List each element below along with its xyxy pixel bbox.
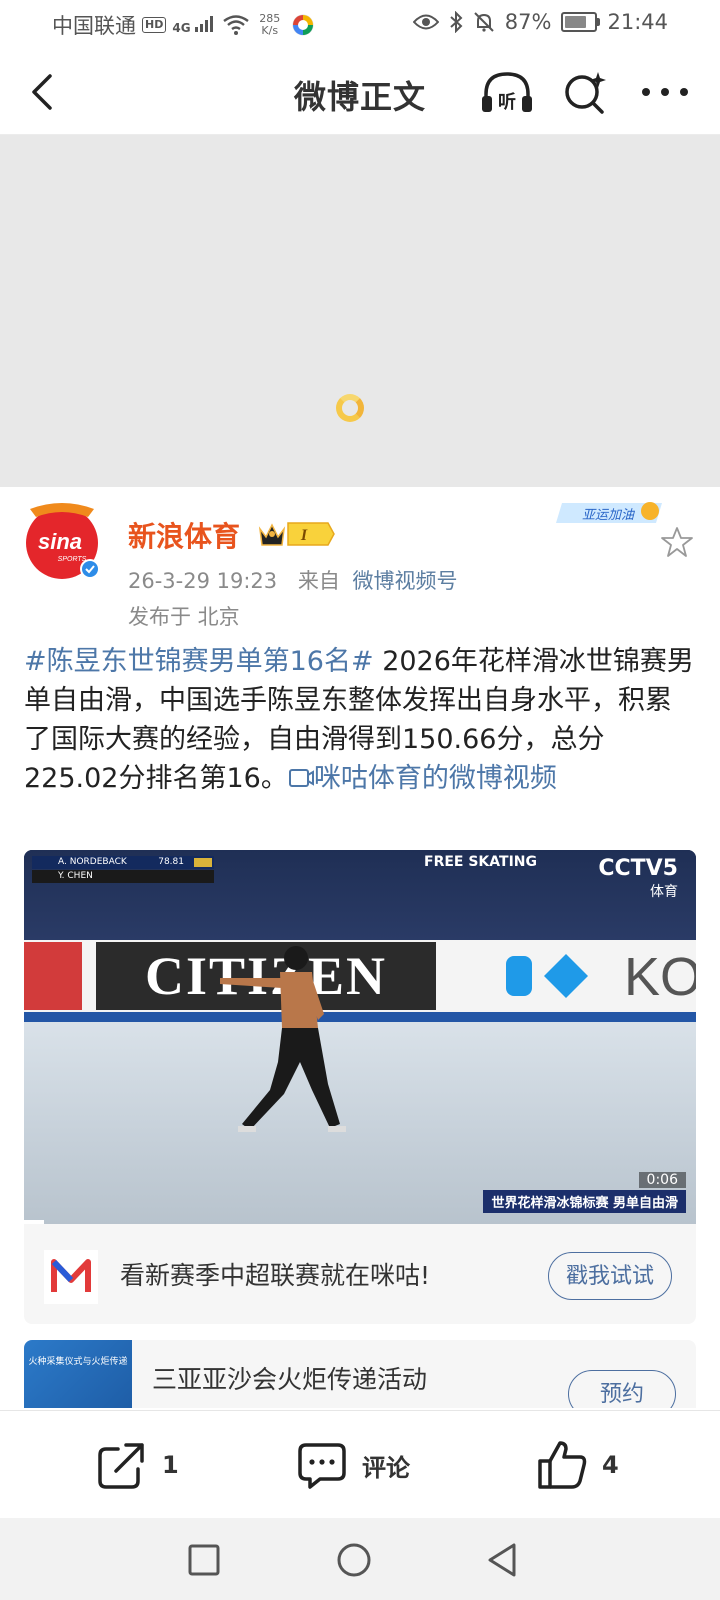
asian-games-badge-icon: 亚运加油 xyxy=(556,502,662,523)
status-bar: 中国联通 HD 4G 285 K/s 87% 21:44 xyxy=(0,0,720,52)
channel-sub: 体育 xyxy=(650,884,678,900)
share-icon xyxy=(98,1443,144,1489)
battery-percent: 87% xyxy=(504,10,552,34)
search-sparkle-icon[interactable] xyxy=(562,70,608,116)
promo-text: 看新赛季中超联赛就在咪咕! xyxy=(120,1261,431,1290)
battery-icon xyxy=(561,12,601,32)
action-bar: 1 评论 4 xyxy=(0,1410,720,1519)
video-channel-logo: CCTV5 体育 xyxy=(598,856,678,901)
mute-bell-icon xyxy=(474,12,494,32)
like-count: 4 xyxy=(602,1451,619,1479)
system-nav-bar xyxy=(0,1518,720,1600)
promo-row[interactable]: 看新赛季中超联赛就在咪咕! 戳我试试 xyxy=(24,1224,696,1324)
battery-fill xyxy=(565,16,586,28)
eye-icon xyxy=(412,14,439,30)
post-body: #陈昱东世锦赛男单第16名# 2026年花样滑冰世锦赛男单自由滑，中国选手陈昱东… xyxy=(24,642,696,798)
share-count: 1 xyxy=(162,1451,179,1479)
username[interactable]: 新浪体育 xyxy=(128,515,240,555)
vip-crown-icon[interactable]: I xyxy=(258,519,336,549)
video-duration: 0:06 xyxy=(638,1172,686,1188)
score-row-1: A. NORDEBACK 78.81 xyxy=(32,856,214,869)
like-button[interactable]: 4 xyxy=(536,1439,619,1491)
video-board-text-2: KO xyxy=(624,947,696,1007)
comment-icon xyxy=(298,1443,346,1489)
vip-level: I xyxy=(300,527,308,544)
listen-headphones-icon[interactable]: 听 xyxy=(480,70,534,116)
carrier-label: 中国联通 xyxy=(52,14,136,38)
migu-logo-icon xyxy=(44,1250,98,1304)
hd-badge: HD xyxy=(142,17,167,33)
post-date: 26-3-29 19:23 xyxy=(128,569,278,593)
loading-spinner-icon xyxy=(336,394,364,422)
banner-placeholder xyxy=(0,135,720,487)
svg-text:sina: sina xyxy=(38,529,82,554)
net-speed-unit: K/s xyxy=(261,24,279,37)
home-circle-icon[interactable] xyxy=(334,1540,374,1580)
back-triangle-icon[interactable] xyxy=(484,1540,524,1580)
post-source[interactable]: 微博视频号 xyxy=(353,569,458,593)
score-value-1: 78.81 xyxy=(158,857,184,867)
event-image-text: 火种采集仪式与火炬传递 xyxy=(28,1357,128,1367)
post-header: sina SPORTS 新浪体育 I 26-3-29 19:23 来自 微博视频… xyxy=(0,487,720,637)
score-flag-1 xyxy=(194,858,212,867)
score-name-2: Y. CHEN xyxy=(58,871,93,881)
video-logo-icon xyxy=(506,954,588,998)
event-card[interactable]: 火种采集仪式与火炬传递 三亚亚沙会火炬传递活动 预约 xyxy=(24,1340,696,1408)
video-segment-label: FREE SKATING xyxy=(424,854,537,870)
post-location: 发布于 北京 xyxy=(128,605,240,629)
promo-button[interactable]: 戳我试试 xyxy=(548,1252,672,1300)
channel-name: CCTV5 xyxy=(598,856,678,881)
wifi-icon xyxy=(223,15,249,35)
net-speed: 285 K/s xyxy=(255,13,285,37)
favorite-star-icon[interactable] xyxy=(660,525,694,559)
recents-square-icon[interactable] xyxy=(184,1540,224,1580)
page-title: 微博正文 xyxy=(293,78,426,116)
signal-gen-label: 4G xyxy=(172,21,191,35)
badge-text: 亚运加油 xyxy=(582,508,636,523)
comment-button[interactable]: 评论 xyxy=(296,1439,410,1491)
thumbs-up-icon xyxy=(538,1441,587,1489)
hashtag-link[interactable]: #陈昱东世锦赛男单第16名# xyxy=(24,646,374,677)
skater-figure xyxy=(220,946,346,1132)
top-nav: 微博正文 听 xyxy=(0,52,720,135)
post-meta: 26-3-29 19:23 来自 微博视频号 xyxy=(128,565,458,595)
score-row-2: Y. CHEN xyxy=(32,870,214,883)
bluetooth-icon xyxy=(450,11,463,33)
event-title: 三亚亚沙会火炬传递活动 xyxy=(152,1365,428,1394)
from-label: 来自 xyxy=(297,569,340,593)
svg-text:SPORTS: SPORTS xyxy=(58,556,87,563)
reserve-button[interactable]: 预约 xyxy=(568,1370,676,1408)
status-left: 中国联通 HD 4G 285 K/s xyxy=(52,10,315,40)
signal-icon: 4G xyxy=(172,16,216,34)
score-name-1: A. NORDEBACK xyxy=(58,857,127,867)
event-card-image: 火种采集仪式与火炬传递 xyxy=(24,1340,132,1408)
comment-label: 评论 xyxy=(362,1453,410,1482)
video-link[interactable]: 咪咕体育的微博视频 xyxy=(288,763,557,794)
status-right: 87% 21:44 xyxy=(412,10,668,34)
video-player[interactable]: CITIZEN KO A. NORDEBACK 78.81 Y. CHEN FRE… xyxy=(24,850,696,1224)
share-button[interactable]: 1 xyxy=(96,1439,179,1491)
video-link-text: 咪咕体育的微博视频 xyxy=(313,763,557,794)
app-notification-icon xyxy=(292,14,314,36)
video-scoreboard: A. NORDEBACK 78.81 Y. CHEN xyxy=(32,856,214,884)
video-link-icon xyxy=(288,769,314,787)
svg-text:听: 听 xyxy=(498,91,516,113)
video-caption: 世界花样滑冰锦标赛 男单自由滑 xyxy=(483,1190,686,1213)
more-dots-icon[interactable] xyxy=(640,80,690,104)
clock: 21:44 xyxy=(607,10,668,34)
video-red-board xyxy=(24,942,82,1010)
avatar[interactable]: sina SPORTS xyxy=(24,501,104,581)
